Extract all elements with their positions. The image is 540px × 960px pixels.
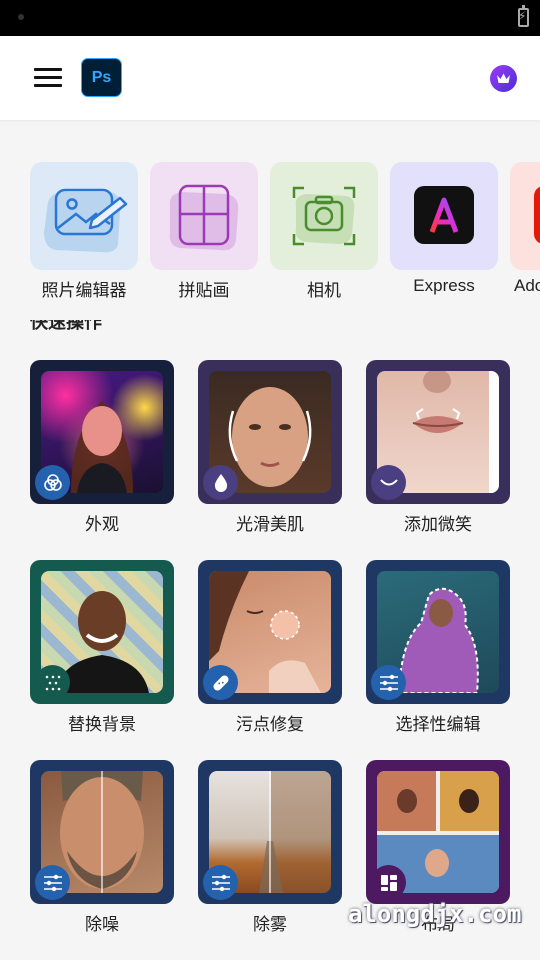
- action-card-dehaze[interactable]: [198, 760, 342, 904]
- tool-label: Express: [413, 276, 475, 295]
- tool-adobe[interactable]: Ado: [510, 162, 540, 296]
- layout-icon: [371, 865, 406, 900]
- adobe-express-icon: [390, 162, 498, 270]
- collage-icon: [150, 162, 258, 270]
- camera-dot: [18, 14, 24, 20]
- drop-icon: [203, 465, 238, 500]
- section-title: 快速操作: [30, 320, 102, 333]
- action-label: 除雾: [253, 915, 287, 935]
- sliders-icon: [371, 665, 406, 700]
- action-label: 光滑美肌: [236, 515, 304, 535]
- action-label: 除噪: [85, 915, 119, 935]
- tool-row: 照片编辑器 拼贴画 相机 Express Ado: [0, 162, 540, 302]
- tool-express[interactable]: Express: [390, 162, 498, 296]
- action-label: 添加微笑: [404, 515, 472, 535]
- action-card-denoise[interactable]: [30, 760, 174, 904]
- tool-camera[interactable]: 相机: [270, 162, 378, 301]
- action-label: 替换背景: [68, 715, 136, 735]
- action-card-spot-heal[interactable]: [198, 560, 342, 704]
- action-label: 污点修复: [236, 715, 304, 735]
- watermark: alongdjx.com: [348, 900, 522, 928]
- action-card-add-smile[interactable]: [366, 360, 510, 504]
- menu-icon[interactable]: [34, 68, 62, 88]
- tool-photo-editor[interactable]: 照片编辑器: [30, 162, 138, 301]
- action-card-smooth-skin[interactable]: [198, 360, 342, 504]
- action-card-selective-edit[interactable]: [366, 560, 510, 704]
- looks-icon: [35, 465, 70, 500]
- pattern-icon: [35, 665, 70, 700]
- camera-icon: [270, 162, 378, 270]
- action-label: 外观: [85, 515, 119, 535]
- tool-collage[interactable]: 拼贴画: [150, 162, 258, 301]
- app-bar: Ps: [0, 36, 540, 120]
- tool-label: 拼贴画: [178, 281, 230, 301]
- status-bar: [0, 0, 540, 36]
- battery-icon: [518, 5, 529, 27]
- tool-label: 照片编辑器: [41, 281, 127, 301]
- sliders-icon: [35, 865, 70, 900]
- tool-label: Ado: [514, 276, 540, 295]
- crown-icon[interactable]: [490, 65, 517, 92]
- bandage-icon: [203, 665, 238, 700]
- smile-icon: [371, 465, 406, 500]
- photoshop-logo: Ps: [81, 58, 122, 97]
- tool-label: 相机: [307, 281, 341, 301]
- sliders-icon: [203, 865, 238, 900]
- adobe-icon: [510, 162, 540, 270]
- action-card-looks[interactable]: [30, 360, 174, 504]
- action-card-layout[interactable]: [366, 760, 510, 904]
- photo-edit-icon: [30, 162, 138, 270]
- action-label: 选择性编辑: [395, 715, 481, 735]
- action-card-replace-background[interactable]: [30, 560, 174, 704]
